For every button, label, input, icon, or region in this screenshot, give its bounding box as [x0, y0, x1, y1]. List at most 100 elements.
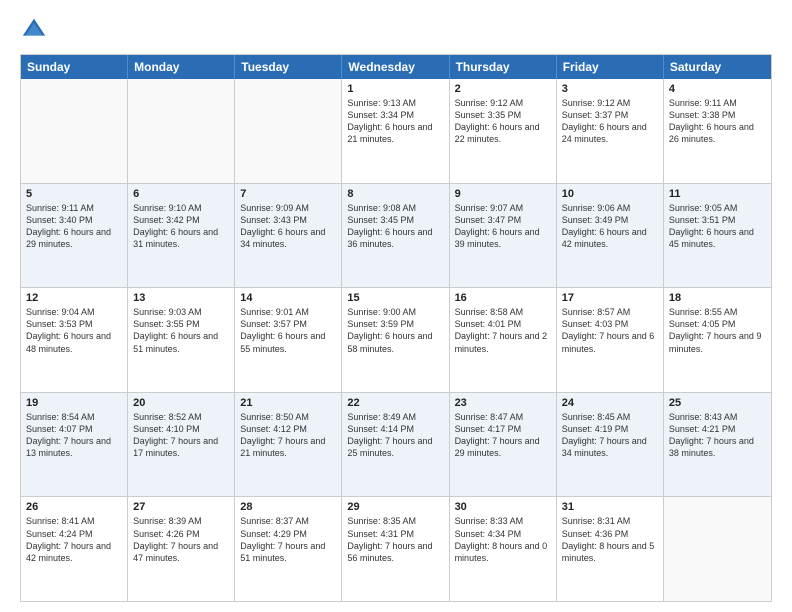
- day-info: Sunrise: 9:01 AM Sunset: 3:57 PM Dayligh…: [240, 306, 336, 355]
- calendar-header-cell: Monday: [128, 55, 235, 79]
- calendar-header-cell: Saturday: [664, 55, 771, 79]
- day-info: Sunrise: 9:00 AM Sunset: 3:59 PM Dayligh…: [347, 306, 443, 355]
- day-number: 14: [240, 292, 336, 304]
- calendar-header-cell: Friday: [557, 55, 664, 79]
- calendar-day-cell: 30Sunrise: 8:33 AM Sunset: 4:34 PM Dayli…: [450, 497, 557, 601]
- day-number: 5: [26, 188, 122, 200]
- day-info: Sunrise: 8:45 AM Sunset: 4:19 PM Dayligh…: [562, 411, 658, 460]
- day-info: Sunrise: 8:58 AM Sunset: 4:01 PM Dayligh…: [455, 306, 551, 355]
- day-info: Sunrise: 8:50 AM Sunset: 4:12 PM Dayligh…: [240, 411, 336, 460]
- calendar-day-cell: 3 Sunrise: 9:12 AM Sunset: 3:37 PM Daylig…: [557, 79, 664, 183]
- day-info: Sunrise: 9:07 AM Sunset: 3:47 PM Dayligh…: [455, 202, 551, 251]
- calendar-day-cell: 17 Sunrise: 8:57 AM Sunset: 4:03 PM Dayli…: [557, 288, 664, 392]
- day-info: Sunrise: 9:08 AM Sunset: 3:45 PM Dayligh…: [347, 202, 443, 251]
- calendar-header-cell: Tuesday: [235, 55, 342, 79]
- logo-icon: [20, 16, 48, 44]
- calendar-day-cell: 9 Sunrise: 9:07 AM Sunset: 3:47 PM Daylig…: [450, 184, 557, 288]
- day-info: Sunrise: 8:31 AM Sunset: 4:36 PM Dayligh…: [562, 515, 658, 564]
- day-info: Sunrise: 9:11 AM Sunset: 3:40 PM Dayligh…: [26, 202, 122, 251]
- day-info: Sunrise: 8:37 AM Sunset: 4:29 PM Dayligh…: [240, 515, 336, 564]
- page: SundayMondayTuesdayWednesdayThursdayFrid…: [0, 0, 792, 612]
- day-number: 22: [347, 397, 443, 409]
- calendar-day-cell: 20 Sunrise: 8:52 AM Sunset: 4:10 PM Dayli…: [128, 393, 235, 497]
- calendar-row: 19 Sunrise: 8:54 AM Sunset: 4:07 PM Dayli…: [21, 393, 771, 498]
- calendar-empty-cell: [664, 497, 771, 601]
- calendar-day-cell: 12 Sunrise: 9:04 AM Sunset: 3:53 PM Dayli…: [21, 288, 128, 392]
- calendar-day-cell: 25 Sunrise: 8:43 AM Sunset: 4:21 PM Dayli…: [664, 393, 771, 497]
- day-info: Sunrise: 9:06 AM Sunset: 3:49 PM Dayligh…: [562, 202, 658, 251]
- calendar-empty-cell: [21, 79, 128, 183]
- day-number: 29: [347, 501, 443, 513]
- calendar-row: 26 Sunrise: 8:41 AM Sunset: 4:24 PM Dayli…: [21, 497, 771, 601]
- calendar-empty-cell: [128, 79, 235, 183]
- day-info: Sunrise: 9:05 AM Sunset: 3:51 PM Dayligh…: [669, 202, 766, 251]
- day-number: 15: [347, 292, 443, 304]
- day-number: 6: [133, 188, 229, 200]
- header: [20, 16, 772, 44]
- day-info: Sunrise: 8:41 AM Sunset: 4:24 PM Dayligh…: [26, 515, 122, 564]
- calendar-empty-cell: [235, 79, 342, 183]
- calendar-day-cell: 15 Sunrise: 9:00 AM Sunset: 3:59 PM Dayli…: [342, 288, 449, 392]
- day-number: 21: [240, 397, 336, 409]
- calendar-body: 1Sunrise: 9:13 AM Sunset: 3:34 PM Daylig…: [21, 79, 771, 601]
- day-info: Sunrise: 8:35 AM Sunset: 4:31 PM Dayligh…: [347, 515, 443, 564]
- calendar-day-cell: 26 Sunrise: 8:41 AM Sunset: 4:24 PM Dayli…: [21, 497, 128, 601]
- calendar-row: 5 Sunrise: 9:11 AM Sunset: 3:40 PM Daylig…: [21, 184, 771, 289]
- day-info: Sunrise: 8:49 AM Sunset: 4:14 PM Dayligh…: [347, 411, 443, 460]
- day-info: Sunrise: 8:54 AM Sunset: 4:07 PM Dayligh…: [26, 411, 122, 460]
- calendar-day-cell: 16 Sunrise: 8:58 AM Sunset: 4:01 PM Dayli…: [450, 288, 557, 392]
- calendar-day-cell: 23 Sunrise: 8:47 AM Sunset: 4:17 PM Dayli…: [450, 393, 557, 497]
- day-number: 16: [455, 292, 551, 304]
- calendar-header-row: SundayMondayTuesdayWednesdayThursdayFrid…: [21, 55, 771, 79]
- day-number: 3: [562, 83, 658, 95]
- calendar-day-cell: 5 Sunrise: 9:11 AM Sunset: 3:40 PM Daylig…: [21, 184, 128, 288]
- day-number: 25: [669, 397, 766, 409]
- day-number: 13: [133, 292, 229, 304]
- calendar-row: 12 Sunrise: 9:04 AM Sunset: 3:53 PM Dayli…: [21, 288, 771, 393]
- day-number: 12: [26, 292, 122, 304]
- day-number: 1: [347, 83, 443, 95]
- calendar-day-cell: 7 Sunrise: 9:09 AM Sunset: 3:43 PM Daylig…: [235, 184, 342, 288]
- day-number: 7: [240, 188, 336, 200]
- day-info: Sunrise: 8:52 AM Sunset: 4:10 PM Dayligh…: [133, 411, 229, 460]
- day-info: Sunrise: 8:33 AM Sunset: 4:34 PM Dayligh…: [455, 515, 551, 564]
- calendar-day-cell: 19 Sunrise: 8:54 AM Sunset: 4:07 PM Dayli…: [21, 393, 128, 497]
- day-number: 24: [562, 397, 658, 409]
- day-number: 23: [455, 397, 551, 409]
- day-info: Sunrise: 9:12 AM Sunset: 3:37 PM Dayligh…: [562, 97, 658, 146]
- day-number: 26: [26, 501, 122, 513]
- calendar-day-cell: 29 Sunrise: 8:35 AM Sunset: 4:31 PM Dayli…: [342, 497, 449, 601]
- day-number: 8: [347, 188, 443, 200]
- calendar-day-cell: 31Sunrise: 8:31 AM Sunset: 4:36 PM Dayli…: [557, 497, 664, 601]
- calendar-day-cell: 8 Sunrise: 9:08 AM Sunset: 3:45 PM Daylig…: [342, 184, 449, 288]
- day-number: 2: [455, 83, 551, 95]
- day-info: Sunrise: 8:57 AM Sunset: 4:03 PM Dayligh…: [562, 306, 658, 355]
- day-number: 4: [669, 83, 766, 95]
- calendar-header-cell: Sunday: [21, 55, 128, 79]
- day-number: 28: [240, 501, 336, 513]
- calendar-day-cell: 27Sunrise: 8:39 AM Sunset: 4:26 PM Dayli…: [128, 497, 235, 601]
- day-info: Sunrise: 9:09 AM Sunset: 3:43 PM Dayligh…: [240, 202, 336, 251]
- calendar-day-cell: 4Sunrise: 9:11 AM Sunset: 3:38 PM Daylig…: [664, 79, 771, 183]
- day-number: 17: [562, 292, 658, 304]
- day-info: Sunrise: 9:04 AM Sunset: 3:53 PM Dayligh…: [26, 306, 122, 355]
- calendar-row: 1Sunrise: 9:13 AM Sunset: 3:34 PM Daylig…: [21, 79, 771, 184]
- calendar-header-cell: Thursday: [450, 55, 557, 79]
- calendar-day-cell: 1Sunrise: 9:13 AM Sunset: 3:34 PM Daylig…: [342, 79, 449, 183]
- calendar-day-cell: 18Sunrise: 8:55 AM Sunset: 4:05 PM Dayli…: [664, 288, 771, 392]
- day-info: Sunrise: 8:47 AM Sunset: 4:17 PM Dayligh…: [455, 411, 551, 460]
- calendar-day-cell: 2 Sunrise: 9:12 AM Sunset: 3:35 PM Daylig…: [450, 79, 557, 183]
- day-number: 19: [26, 397, 122, 409]
- day-info: Sunrise: 8:55 AM Sunset: 4:05 PM Dayligh…: [669, 306, 766, 355]
- day-number: 9: [455, 188, 551, 200]
- day-number: 20: [133, 397, 229, 409]
- day-info: Sunrise: 8:39 AM Sunset: 4:26 PM Dayligh…: [133, 515, 229, 564]
- calendar-day-cell: 24 Sunrise: 8:45 AM Sunset: 4:19 PM Dayli…: [557, 393, 664, 497]
- calendar-day-cell: 22 Sunrise: 8:49 AM Sunset: 4:14 PM Dayli…: [342, 393, 449, 497]
- day-info: Sunrise: 8:43 AM Sunset: 4:21 PM Dayligh…: [669, 411, 766, 460]
- calendar-day-cell: 21 Sunrise: 8:50 AM Sunset: 4:12 PM Dayli…: [235, 393, 342, 497]
- calendar-header-cell: Wednesday: [342, 55, 449, 79]
- calendar-day-cell: 13Sunrise: 9:03 AM Sunset: 3:55 PM Dayli…: [128, 288, 235, 392]
- calendar-day-cell: 10Sunrise: 9:06 AM Sunset: 3:49 PM Dayli…: [557, 184, 664, 288]
- day-info: Sunrise: 9:12 AM Sunset: 3:35 PM Dayligh…: [455, 97, 551, 146]
